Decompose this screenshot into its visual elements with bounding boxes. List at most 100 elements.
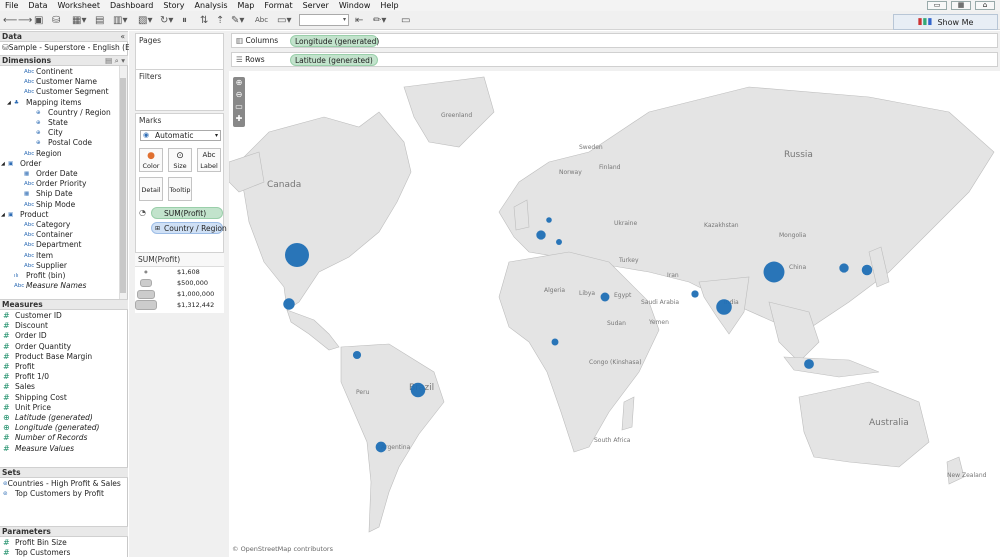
window-home-icon[interactable]: ⌂ (975, 1, 995, 10)
field-item[interactable]: ♣ Mapping items (14, 98, 118, 108)
size-button[interactable]: ⊙ Size (168, 148, 192, 172)
profit-mark-nigeria[interactable] (551, 338, 559, 346)
detail-button[interactable]: Detail (139, 177, 163, 201)
collapse-icon[interactable]: ◢ (7, 98, 11, 108)
field-item[interactable]: ⊕ Postal Code (36, 138, 118, 148)
map-view[interactable]: Greenland Russia Canada Sweden Finland Norway… (229, 72, 1000, 557)
zoom-out-icon[interactable]: ⊖ (234, 90, 244, 100)
field-item[interactable]: ⊚ Countries - High Profit & Sales (3, 479, 121, 489)
rows-pill-latitude[interactable]: Latitude (generated) (290, 54, 378, 66)
field-item[interactable]: ⊚ Top Customers by Profit (3, 489, 118, 499)
filters-card[interactable]: Filters (135, 69, 224, 111)
datasource-item[interactable]: ⛁ Sample - Superstore - English (Ext... (2, 43, 144, 53)
refresh-icon[interactable]: ↻▾ (160, 14, 173, 27)
show-labels-icon[interactable]: Abc (255, 14, 268, 27)
label-button[interactable]: Abc Label (197, 148, 221, 172)
field-item[interactable]: Abc Container (24, 230, 118, 240)
field-item[interactable]: Abc Region (24, 149, 118, 159)
tooltip-button[interactable]: Tooltip (168, 177, 192, 201)
duplicate-sheet-icon[interactable]: ▤ (95, 14, 104, 27)
presentation-icon[interactable]: ▭ (401, 14, 410, 27)
field-item[interactable]: Abc Supplier (24, 261, 118, 271)
menu-help[interactable]: Help (375, 0, 403, 11)
profit-mark-france[interactable] (536, 230, 546, 240)
field-item[interactable]: # Number of Records (3, 433, 118, 443)
field-item[interactable]: # Profit Bin Size (3, 538, 118, 548)
field-item[interactable]: Abc Ship Mode (24, 200, 118, 210)
menu-analysis[interactable]: Analysis (190, 0, 233, 11)
field-item[interactable]: # Unit Price (3, 403, 118, 413)
field-item[interactable]: # Profit 1/0 (3, 372, 118, 382)
profit-mark-indonesia[interactable] (804, 359, 814, 369)
show-me-button[interactable]: ▮▮▮ Show Me (893, 14, 998, 30)
sort-asc-icon[interactable]: ⇡ (216, 14, 224, 27)
field-item[interactable]: ⊕ Latitude (generated) (3, 413, 118, 423)
profit-mark-brazil[interactable] (410, 382, 426, 398)
datasource-icon[interactable]: ⛁ (52, 14, 60, 27)
world-map[interactable]: Greenland Russia Canada Sweden Finland Norway… (229, 72, 1000, 557)
profit-mark-united-states[interactable] (285, 243, 309, 267)
field-item[interactable]: # Shipping Cost (3, 393, 118, 403)
zoom-in-icon[interactable]: ⊕ (234, 78, 244, 88)
pen-icon[interactable]: ✏▾ (373, 14, 386, 27)
scrollbar-thumb[interactable] (120, 78, 126, 293)
profit-mark-italy[interactable] (556, 239, 562, 245)
fit-dropdown[interactable]: ▾ (299, 14, 349, 26)
window-tile-icon[interactable]: ▦ (951, 1, 971, 10)
marks-pill-sum-profit[interactable]: SUM(Profit) (151, 207, 223, 219)
pin-icon[interactable]: ✚ (234, 114, 244, 124)
profit-mark-egypt[interactable] (600, 292, 610, 302)
menu-file[interactable]: File (0, 0, 23, 11)
pan-icon[interactable]: ▭ (234, 102, 244, 112)
field-item[interactable]: ılı Profit (bin) (14, 271, 118, 281)
menu-story[interactable]: Story (158, 0, 189, 11)
clear-sheet-icon[interactable]: ▥▾ (113, 14, 127, 27)
undo-icon[interactable]: ▧▾ (138, 14, 152, 27)
profit-mark-colombia[interactable] (352, 350, 362, 360)
field-item[interactable]: # Sales (3, 382, 118, 392)
field-item[interactable]: ⊕ Country / Region (36, 108, 118, 118)
profit-mark-germany[interactable] (546, 217, 552, 223)
profit-mark-india[interactable] (716, 299, 732, 315)
field-item[interactable]: Abc Customer Segment (24, 87, 118, 97)
menu-dashboard[interactable]: Dashboard (105, 0, 158, 11)
field-item[interactable]: Abc Item (24, 251, 118, 261)
menu-window[interactable]: Window (334, 0, 376, 11)
mark-type-dropdown[interactable]: ◉ Automatic ▾ (140, 130, 221, 141)
profit-mark-pakistan[interactable] (691, 290, 699, 298)
field-item[interactable]: Abc Continent (24, 67, 118, 77)
field-item[interactable]: # Product Base Margin (3, 352, 118, 362)
menu-server[interactable]: Server (298, 0, 334, 11)
field-item[interactable]: # Profit (3, 362, 118, 372)
field-item[interactable]: # Discount (3, 321, 118, 331)
columns-pill-longitude[interactable]: Longitude (generated) (290, 35, 379, 47)
field-item[interactable]: ⊕ Longitude (generated) (3, 423, 118, 433)
profit-mark-china[interactable] (763, 261, 785, 283)
window-restore-icon[interactable]: ▭ (927, 1, 947, 10)
menu-worksheet[interactable]: Worksheet (53, 0, 105, 11)
collapse-icon[interactable]: ◢ (1, 210, 5, 220)
save-icon[interactable]: ▣ (34, 14, 43, 27)
columns-shelf[interactable]: ▥ Columns Longitude (generated) (231, 33, 998, 48)
field-item[interactable]: ▦ Ship Date (24, 189, 118, 199)
profit-mark-south-korea[interactable] (839, 263, 849, 273)
highlight-icon[interactable]: ✎▾ (231, 14, 244, 27)
field-item[interactable]: Abc Department (24, 240, 118, 250)
field-item[interactable]: ▣ Order (8, 159, 118, 169)
profit-mark-mexico[interactable] (283, 298, 295, 310)
field-item[interactable]: Abc Order Priority (24, 179, 118, 189)
menu-format[interactable]: Format (259, 0, 297, 11)
field-item[interactable]: ▦ Order Date (24, 169, 118, 179)
field-item[interactable]: # Order ID (3, 331, 118, 341)
field-item[interactable]: Abc Category (24, 220, 118, 230)
forward-icon[interactable]: ⟶ (18, 14, 32, 27)
marks-pill-country-region[interactable]: ⊞ Country / Region (151, 222, 227, 234)
collapse-icon[interactable]: ◢ (1, 159, 5, 169)
back-icon[interactable]: ⟵ (3, 14, 17, 27)
field-item[interactable]: # Order Quantity (3, 342, 118, 352)
pages-card[interactable]: Pages (135, 33, 224, 70)
profit-mark-argentina[interactable] (375, 441, 387, 453)
swap-icon[interactable]: ⇅ (200, 14, 208, 27)
fix-axes-icon[interactable]: ⇤ (355, 14, 363, 27)
field-item[interactable]: ⊕ State (36, 118, 118, 128)
